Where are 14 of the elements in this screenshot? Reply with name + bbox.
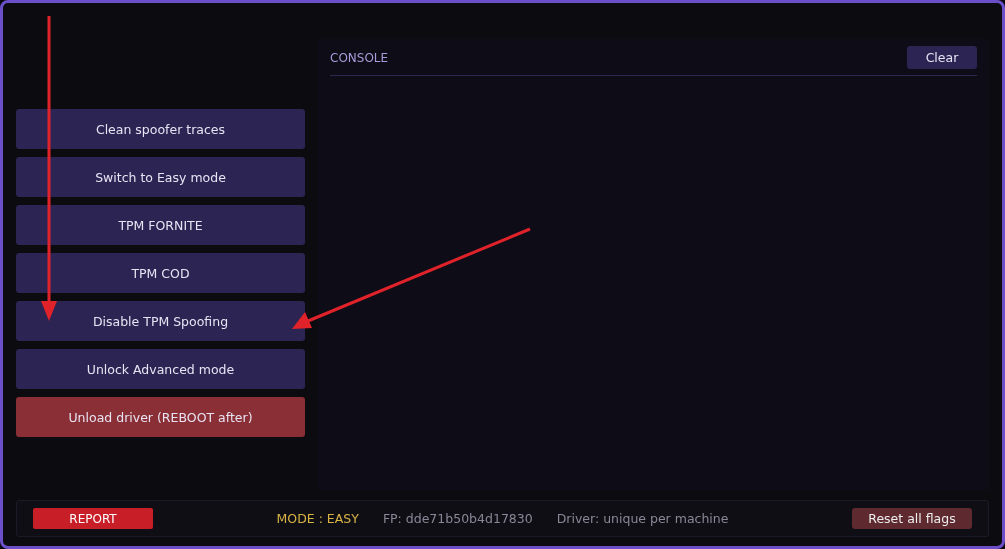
- clear-button[interactable]: Clear: [907, 46, 977, 69]
- action-button[interactable]: Unlock Advanced mode: [16, 349, 305, 389]
- mode-label: MODE : EASY: [276, 511, 359, 526]
- report-button[interactable]: REPORT: [33, 508, 153, 529]
- action-button[interactable]: TPM COD: [16, 253, 305, 293]
- action-button[interactable]: Switch to Easy mode: [16, 157, 305, 197]
- action-button[interactable]: Clean spoofer traces: [16, 109, 305, 149]
- reset-flags-button[interactable]: Reset all flags: [852, 508, 972, 529]
- action-button[interactable]: TPM FORNITE: [16, 205, 305, 245]
- driver-label: Driver: unique per machine: [556, 511, 729, 526]
- console-title: CONSOLE: [330, 50, 389, 65]
- action-button[interactable]: Disable TPM Spoofing: [16, 301, 305, 341]
- fingerprint-label: FP: dde71b50b4d17830: [382, 511, 533, 526]
- action-button[interactable]: Unload driver (REBOOT after): [16, 397, 305, 437]
